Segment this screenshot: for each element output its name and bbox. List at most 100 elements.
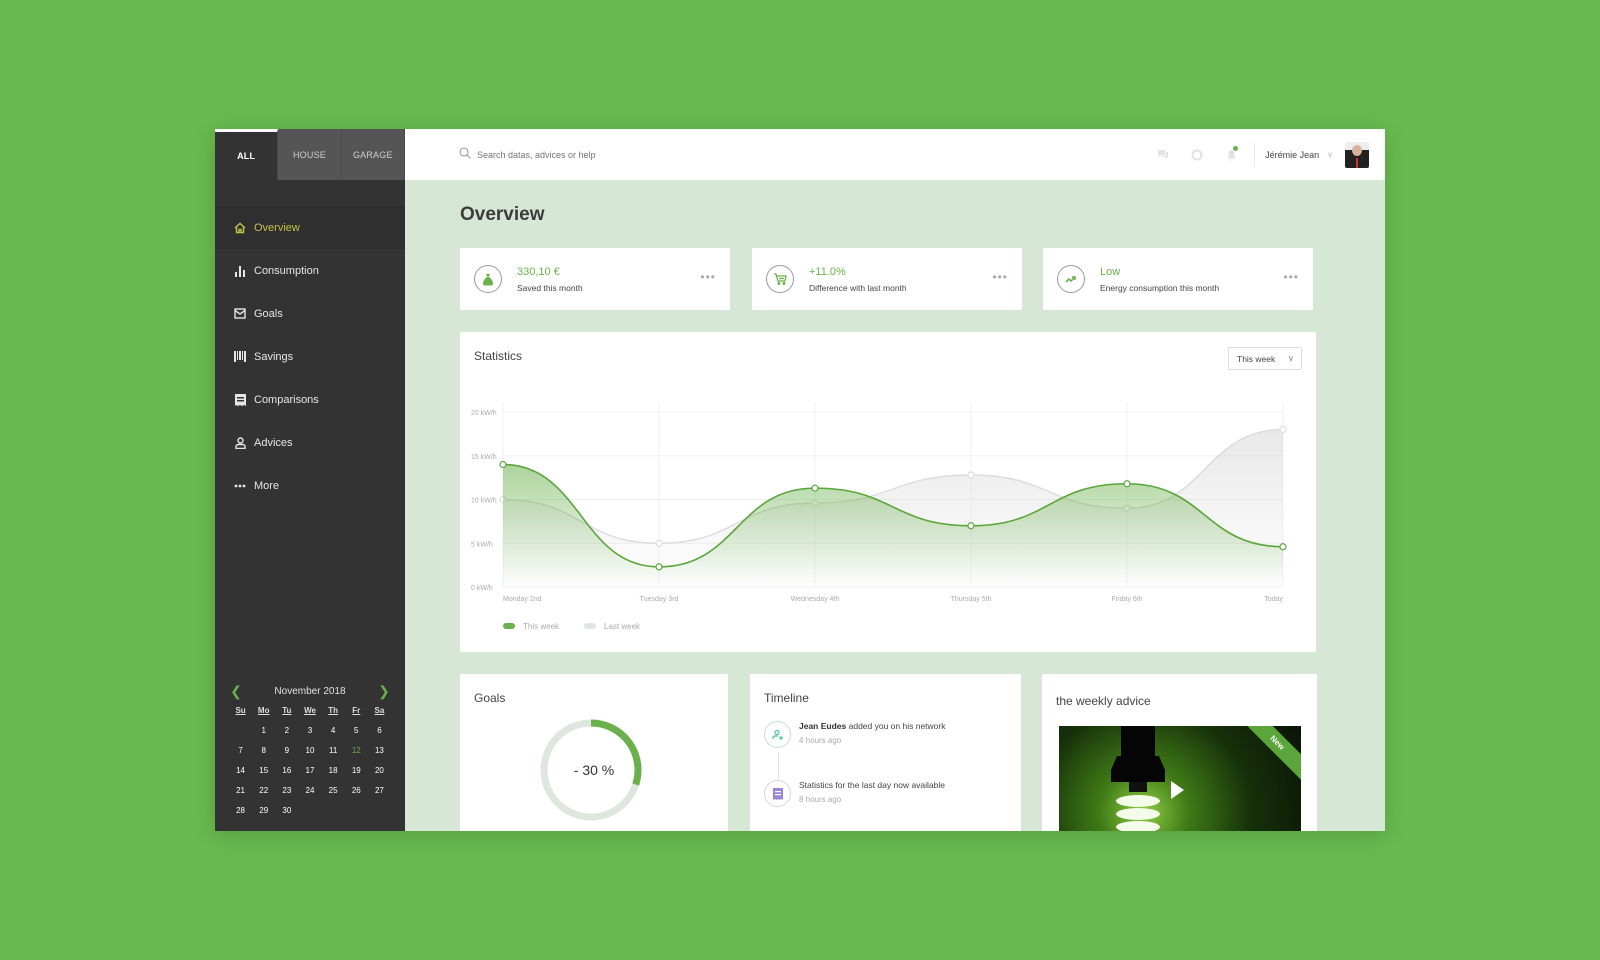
sidebar-item-comparisons[interactable]: Comparisons [215, 378, 405, 421]
page-title: Overview [460, 204, 545, 225]
sidebar-item-label: Overview [254, 221, 300, 234]
calendar-day[interactable]: 29 [252, 806, 275, 815]
calendar-day[interactable]: 1 [252, 726, 275, 735]
kpi-label: Difference with last month [809, 282, 907, 293]
x-tick-label: Monday 2nd [503, 596, 542, 603]
calendar-day[interactable]: 30 [275, 806, 298, 815]
y-tick-label: 10 kW/h [471, 498, 497, 505]
sidebar-item-label: Savings [254, 350, 294, 363]
sidebar-item-advices[interactable]: Advices [215, 421, 405, 464]
advice-video[interactable]: New [1059, 726, 1301, 831]
user-icon [233, 436, 247, 450]
calendar-day[interactable]: 2 [275, 726, 298, 735]
x-tick-label: Thursday 5th [951, 596, 992, 603]
x-tick-label: Tuesday 3rd [640, 596, 679, 603]
scope-tab-house[interactable]: HOUSE [278, 129, 342, 180]
goals-value: - 30 % [573, 762, 615, 778]
user-name: Jérémie Jean [1265, 149, 1320, 160]
calendar-day[interactable]: 9 [275, 746, 298, 755]
x-tick-label: Wednesday 4th [791, 596, 840, 603]
calendar-day[interactable]: 8 [252, 746, 275, 755]
data-point [499, 460, 507, 469]
goals-card: Goals - 30 % [460, 674, 728, 831]
timeline-item[interactable]: Jean Eudes added you on his network 4 ho… [764, 721, 945, 748]
sidebar-item-consumption[interactable]: Consumption [215, 249, 405, 292]
calendar-day[interactable]: 20 [368, 766, 391, 775]
statistics-chart: 0 kW/h 5 kW/h 10 kW/h 15 kW/h 20 kW/h Monday … [471, 402, 1287, 631]
sidebar-item-savings[interactable]: Savings [215, 335, 405, 378]
timeline-item[interactable]: Statistics for the last day now availabl… [764, 780, 945, 807]
sidebar-item-label: More [254, 479, 280, 492]
legend-label: This week [523, 622, 560, 631]
calendar-day[interactable]: 15 [252, 766, 275, 775]
data-point [655, 563, 663, 571]
play-icon[interactable] [1171, 781, 1184, 799]
calendar-weekday: Th [328, 706, 339, 715]
user-menu[interactable]: Jérémie Jean ∨ [1265, 150, 1333, 160]
calendar-day[interactable]: 21 [229, 786, 252, 795]
calendar-day[interactable]: 4 [322, 726, 345, 735]
timeline-actor: Jean Eudes [799, 721, 847, 731]
calendar-day[interactable]: 17 [298, 766, 321, 775]
search-input[interactable] [477, 149, 777, 160]
advice-title: the weekly advice [1056, 694, 1151, 708]
chevron-right-icon[interactable]: ❯ [377, 683, 391, 700]
kpi-value: +11.0% [809, 265, 846, 278]
calendar-day[interactable]: 7 [229, 746, 252, 755]
receipt-icon [233, 393, 247, 407]
data-point [967, 471, 975, 479]
goals-progress-ring [540, 719, 642, 821]
calendar-day[interactable]: 11 [322, 746, 345, 755]
bar-chart-icon [233, 264, 247, 278]
mini-calendar: ❮ November 2018 ❯ Su Mo Tu We Th Fr Sa 1 2 3 4 5 6 7 8… [229, 683, 391, 815]
bell-icon[interactable] [1214, 145, 1248, 161]
data-point [655, 539, 663, 547]
calendar-day[interactable]: 23 [275, 786, 298, 795]
help-icon[interactable] [1180, 149, 1214, 161]
avatar[interactable] [1345, 141, 1369, 168]
envelope-icon [233, 307, 247, 321]
calendar-day[interactable]: 27 [368, 786, 391, 795]
sidebar: ALL HOUSE GARAGE Overview Consumption Go… [215, 129, 405, 831]
topbar: Jérémie Jean ∨ [405, 129, 1385, 180]
divider [1254, 142, 1256, 167]
calendar-day[interactable]: 22 [252, 786, 275, 795]
app-window: ALL HOUSE GARAGE Overview Consumption Go… [215, 129, 1385, 831]
calendar-day[interactable]: 16 [275, 766, 298, 775]
scope-tab-all[interactable]: ALL [215, 129, 279, 180]
timeline-text: Statistics for the last day now availabl… [799, 780, 945, 790]
y-tick-label: 5 kW/h [471, 541, 493, 548]
kpi-card-energy: Low Energy consumption this month ••• [1043, 248, 1313, 310]
calendar-day[interactable]: 5 [345, 726, 368, 735]
scope-tab-garage[interactable]: GARAGE [341, 129, 405, 180]
calendar-day[interactable]: 24 [298, 786, 321, 795]
calendar-day[interactable]: 10 [298, 746, 321, 755]
chat-icon[interactable] [1146, 149, 1180, 160]
calendar-blank [229, 726, 252, 735]
data-point [1123, 480, 1131, 488]
chevron-left-icon[interactable]: ❮ [229, 683, 243, 700]
calendar-day[interactable]: 18 [322, 766, 345, 775]
calendar-day-today[interactable]: 12 [345, 746, 368, 755]
calendar-day[interactable]: 13 [368, 746, 391, 755]
calendar-day[interactable]: 3 [298, 726, 321, 735]
more-options-icon[interactable]: ••• [992, 270, 1008, 284]
sidebar-item-more[interactable]: More [215, 464, 405, 507]
kpi-value: 330,10 € [517, 265, 560, 278]
document-icon [764, 780, 791, 807]
more-options-icon[interactable]: ••• [1283, 270, 1299, 284]
legend-swatch [503, 623, 515, 629]
calendar-weekday: Mo [257, 706, 270, 715]
sidebar-item-goals[interactable]: Goals [215, 292, 405, 335]
main-content: Overview 330,10 € Saved this month ••• +… [405, 180, 1385, 831]
statistics-card: Statistics This week ∨ 0 kW/h 5 kW/h 10 kW… [460, 332, 1316, 652]
calendar-day[interactable]: 26 [345, 786, 368, 795]
calendar-day[interactable]: 25 [322, 786, 345, 795]
calendar-day[interactable]: 6 [368, 726, 391, 735]
more-options-icon[interactable]: ••• [700, 270, 716, 284]
calendar-day[interactable]: 28 [229, 806, 252, 815]
sidebar-item-overview[interactable]: Overview [215, 206, 405, 249]
calendar-day[interactable]: 14 [229, 766, 252, 775]
home-icon [233, 221, 247, 235]
calendar-day[interactable]: 19 [345, 766, 368, 775]
